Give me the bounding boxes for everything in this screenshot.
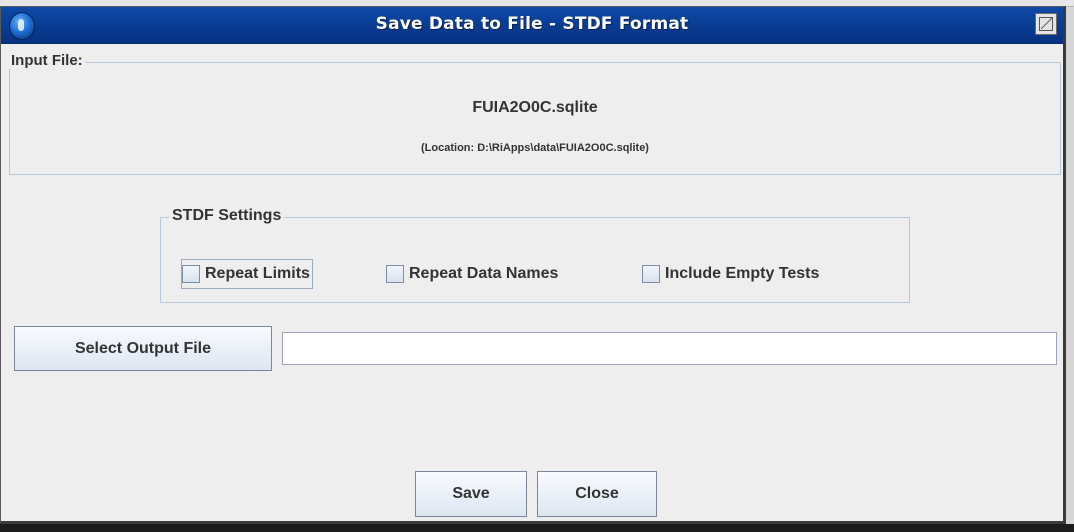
input-file-location: (Location: D:\RiApps\data\FUIA2O0C.sqlit… [421, 142, 649, 154]
repeat-limits-option[interactable]: Repeat Limits [181, 259, 313, 289]
include-empty-tests-option[interactable]: Include Empty Tests [642, 259, 819, 289]
input-filename: FUIA2O0C.sqlite [472, 99, 598, 116]
repeat-data-names-option[interactable]: Repeat Data Names [386, 259, 558, 289]
close-button[interactable]: Close [537, 471, 657, 517]
window-shadow [0, 524, 1074, 532]
repeat-data-names-checkbox[interactable] [386, 265, 404, 283]
include-empty-tests-label[interactable]: Include Empty Tests [665, 265, 819, 283]
include-empty-tests-checkbox[interactable] [642, 265, 660, 283]
save-stdf-dialog: Save Data to File - STDF Format Input Fi… [0, 6, 1066, 524]
stdf-settings-group: STDF Settings Repeat Limits Repeat Data … [160, 207, 910, 303]
maximize-icon[interactable] [1035, 13, 1057, 35]
repeat-data-names-label[interactable]: Repeat Data Names [409, 265, 558, 283]
input-file-legend: Input File: [8, 52, 86, 69]
input-file-group: Input File: FUIA2O0C.sqlite (Location: D… [8, 52, 1061, 175]
window-title: Save Data to File - STDF Format [375, 14, 689, 34]
output-file-path-field[interactable] [282, 332, 1057, 365]
stdf-settings-legend: STDF Settings [169, 207, 285, 225]
repeat-limits-checkbox[interactable] [182, 265, 200, 283]
select-output-file-button[interactable]: Select Output File [14, 326, 272, 371]
repeat-limits-label[interactable]: Repeat Limits [205, 265, 310, 283]
title-bar[interactable]: Save Data to File - STDF Format [1, 7, 1063, 44]
save-button[interactable]: Save [415, 471, 527, 517]
